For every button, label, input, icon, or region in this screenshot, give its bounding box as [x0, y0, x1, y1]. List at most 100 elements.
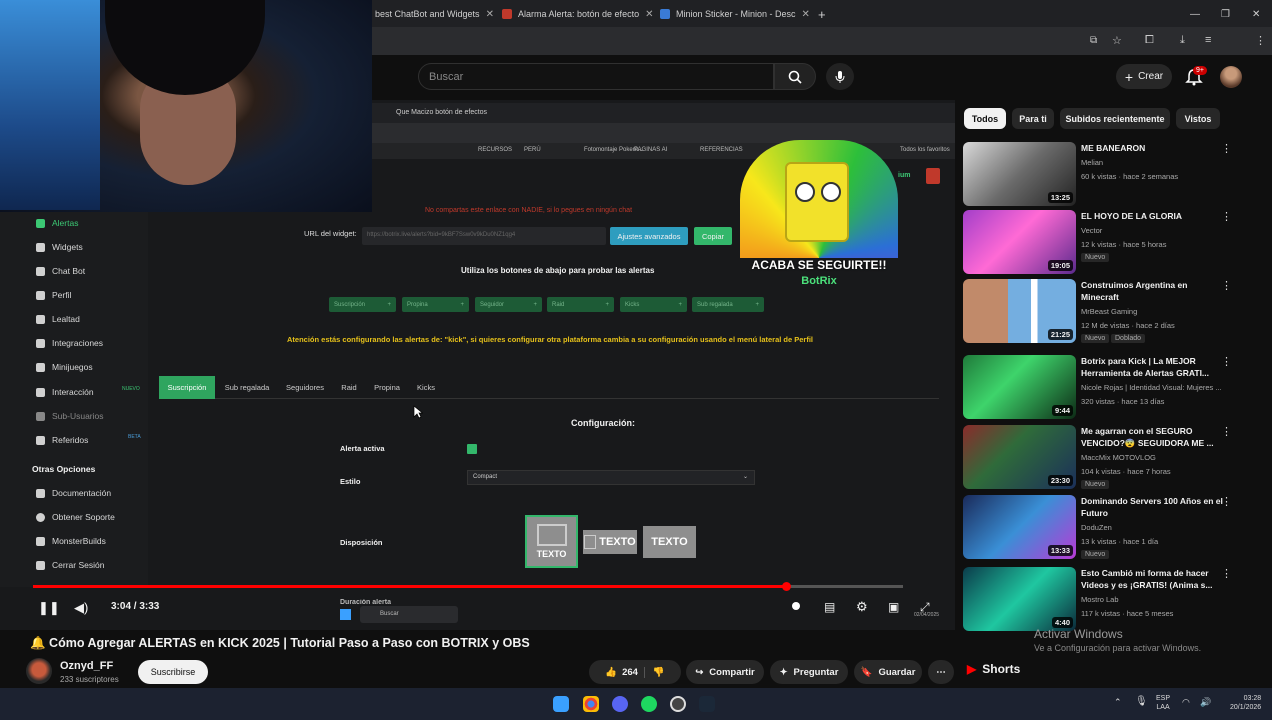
sidebar-item-label: Chat Bot [52, 266, 86, 276]
time-display: 3:04 / 3:33 [111, 601, 160, 612]
fullscreen-icon[interactable]: ⤢ [920, 600, 930, 615]
list-item[interactable]: 13:33 Dominando Servers 100 Años en el F… [963, 495, 1263, 561]
chip-subidos[interactable]: Subidos recientemente [1060, 108, 1170, 129]
steam-icon[interactable] [699, 696, 715, 712]
like-button[interactable]: 👍 264 [605, 667, 638, 678]
thumbs-down-icon[interactable]: 👎 [643, 666, 665, 678]
beta-badge: BETA [128, 434, 141, 440]
chevron-down-icon: ⌄ [742, 474, 748, 480]
list-item[interactable]: 21:25 Construimos Argentina en Minecraft… [963, 279, 1263, 345]
subtitles-icon[interactable]: ▤ [824, 600, 835, 614]
list-item[interactable]: 4:40 Esto Cambió mi forma de hacer Video… [963, 567, 1263, 633]
search-button[interactable] [774, 63, 816, 90]
chip-todos[interactable]: Todos [964, 108, 1006, 129]
more-icon[interactable]: ⋮ [1221, 142, 1232, 155]
rec-meta: 320 vistas · hace 13 días [1081, 397, 1165, 406]
widget-icon [36, 242, 45, 252]
notification-badge: 9+ [1193, 66, 1207, 75]
rec-channel: MaccMix MOTOVLOG [1081, 453, 1156, 462]
close-icon[interactable]: ✕ [645, 9, 653, 20]
sidebar-item-lealtad: Lealtad [36, 314, 80, 324]
more-icon[interactable]: ⋮ [1221, 279, 1232, 292]
rec-title: Esto Cambió mi forma de hacer Videos y e… [1081, 568, 1213, 590]
browser-tab[interactable]: Alarma Alerta: botón de efecto ✕ [502, 3, 653, 25]
autoplay-icon[interactable] [792, 602, 800, 610]
sidebar-item-label: Integraciones [52, 338, 104, 348]
ask-button[interactable]: ✦ Preguntar [770, 660, 848, 684]
chip-vistos[interactable]: Vistos [1176, 108, 1220, 129]
windows-start-icon[interactable] [553, 696, 569, 712]
progress-scrubber[interactable] [782, 582, 791, 591]
tab-title: Minion Sticker - Minion - Desc [676, 9, 796, 19]
inner-browser-tabs: Que Macizo botón de efectos [372, 103, 955, 123]
obs-icon[interactable] [670, 696, 686, 712]
share-label: Compartir [709, 666, 755, 678]
language-indicator[interactable]: ESP LAA [1156, 694, 1170, 712]
gamepad-icon [36, 362, 45, 372]
browser-tab[interactable]: best ChatBot and Widgets ✕ [375, 3, 494, 25]
channel-name[interactable]: Oznyd_FF [60, 660, 113, 672]
maximize-icon[interactable]: ❐ [1221, 3, 1230, 25]
plus-icon: + [678, 301, 682, 308]
gear-icon[interactable]: ⚙ [856, 599, 868, 615]
chrome-icon[interactable] [583, 696, 599, 712]
plus-icon: + [533, 301, 537, 308]
layout-text: TEXTO [651, 536, 688, 548]
more-icon[interactable]: ⋮ [1221, 425, 1232, 438]
more-icon[interactable]: ⋮ [1221, 355, 1232, 368]
extensions-icon[interactable]: ⧠ [1145, 34, 1154, 47]
new-tab-button[interactable]: + [818, 3, 826, 25]
pause-icon[interactable]: ❚❚ [38, 600, 60, 616]
sidebar-item-monsterbuilds: MonsterBuilds [36, 536, 106, 546]
minimize-icon[interactable]: — [1190, 3, 1200, 25]
shorts-header[interactable]: ▶ Shorts [967, 662, 1020, 676]
chevron-up-icon[interactable]: ⌃ [1114, 697, 1122, 708]
speaker-icon[interactable]: 🔊 [1200, 697, 1211, 708]
voice-search-button[interactable] [826, 63, 854, 90]
alert-active-label: Alerta activa [340, 444, 385, 453]
list-item[interactable]: 13:25 ME BANEARON Melian 60 k vistas · h… [963, 142, 1263, 208]
wifi-icon[interactable]: ◠ [1182, 697, 1190, 708]
more-icon[interactable]: ⋮ [1221, 567, 1232, 580]
list-item[interactable]: 9:44 Botrix para Kick | La MEJOR Herrami… [963, 355, 1263, 421]
star-icon[interactable]: ☆ [1112, 34, 1122, 47]
discord-icon[interactable] [612, 696, 628, 712]
list-item[interactable]: 23:30 Me agarran con el SEGURO VENCIDO?😨… [963, 425, 1263, 491]
duration-badge: 21:25 [1047, 329, 1073, 340]
window-close-icon[interactable]: ✕ [1252, 3, 1260, 25]
more-icon[interactable]: ⋮ [1221, 210, 1232, 223]
share-button[interactable]: ↪ Compartir [686, 660, 764, 684]
list-item[interactable]: 19:05 EL HOYO DE LA GLORIA Vector 12 k v… [963, 210, 1263, 276]
volume-icon[interactable]: ◀) [74, 600, 88, 616]
mic-icon[interactable]: 🎙 [1135, 696, 1148, 707]
system-clock[interactable]: 03:28 20/1/2026 [1230, 694, 1261, 712]
spotify-icon[interactable] [641, 696, 657, 712]
subscribe-button[interactable]: Suscribirse [138, 660, 208, 684]
download-icon[interactable]: ⤓ [1180, 34, 1185, 47]
close-icon[interactable]: ✕ [486, 9, 494, 20]
more-actions-button[interactable]: ⋯ [928, 660, 954, 684]
cast-icon[interactable]: ⧉ [1090, 35, 1097, 46]
browser-tab[interactable]: Minion Sticker - Minion - Desc ✕ [660, 3, 810, 25]
rec-channel: Vector [1081, 226, 1103, 235]
menu-icon[interactable]: ≡ [1205, 34, 1211, 46]
tab-title: Alarma Alerta: botón de efecto [518, 9, 640, 19]
search-input[interactable]: Buscar [418, 63, 774, 90]
miniplayer-icon[interactable]: ▣ [888, 600, 899, 614]
sidebar-item-label: Documentación [52, 488, 112, 498]
video-title-text: Cómo Agregar ALERTAS en KICK 2025 | Tuto… [49, 636, 530, 650]
rec-meta: 104 k vistas · hace 7 horas [1081, 467, 1171, 476]
save-button[interactable]: 🔖 Guardar [854, 660, 922, 684]
avatar[interactable] [1220, 66, 1242, 88]
chip-para-ti[interactable]: Para ti [1012, 108, 1054, 129]
more-icon[interactable]: ⋮ [1221, 495, 1232, 508]
layout-option-vertical: TEXTO [525, 515, 578, 568]
search-icon [788, 70, 802, 84]
create-button[interactable]: + Crear [1116, 64, 1172, 89]
more-icon[interactable]: ⋮ [1255, 34, 1266, 47]
windows-icon [340, 609, 351, 620]
image-icon [536, 524, 567, 546]
close-icon[interactable]: ✕ [802, 9, 810, 20]
channel-avatar[interactable] [26, 658, 52, 684]
sidebar-item-logout: Cerrar Sesión [36, 560, 104, 570]
